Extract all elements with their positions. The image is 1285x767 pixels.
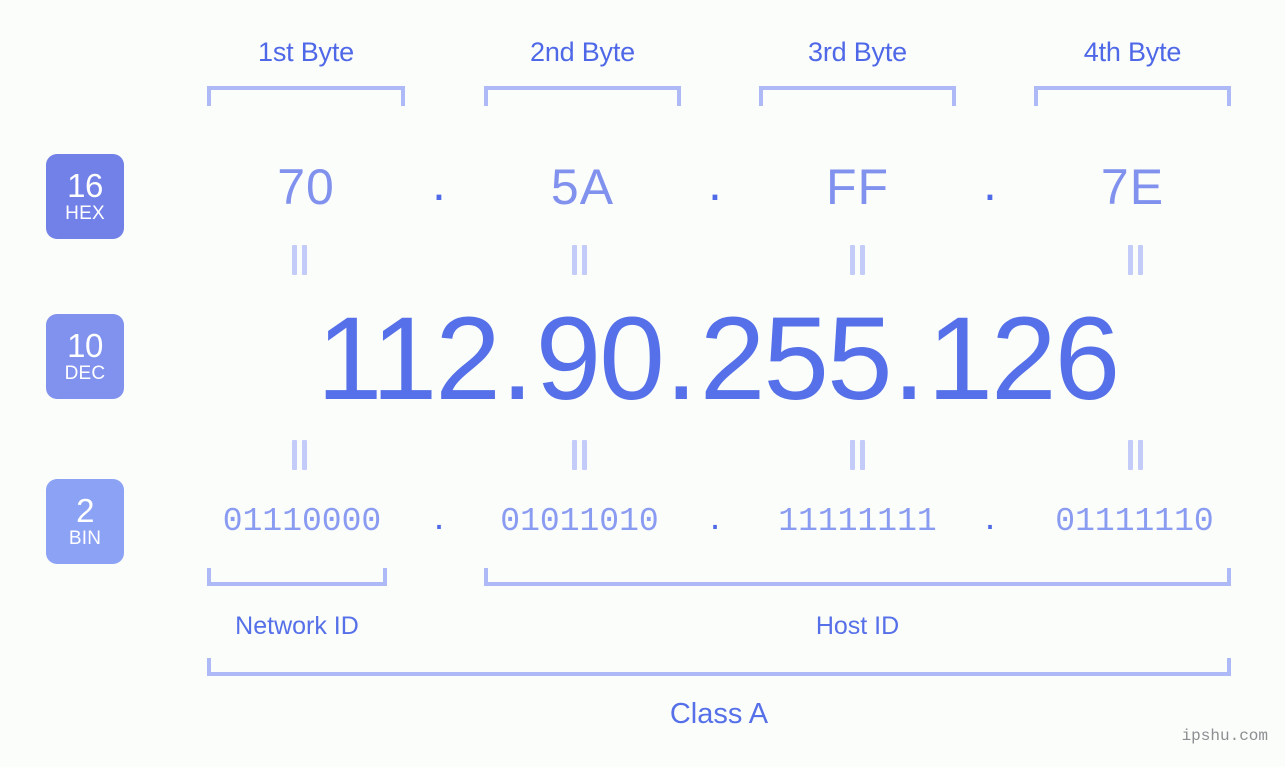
bin-byte-3: 11111111	[778, 503, 937, 540]
base-badge-hex-system: HEX	[65, 202, 105, 224]
byte-header-1: 1st Byte	[258, 37, 354, 67]
dec-separator-3: .	[892, 292, 926, 425]
hex-byte-1: 70	[277, 159, 335, 215]
base-badge-bin-number: 2	[76, 491, 94, 529]
decimal-address-row: 112 . 90 . 255 . 126	[190, 296, 1245, 421]
host-id-label: Host ID	[815, 612, 900, 640]
hex-separator-1: .	[432, 155, 446, 211]
hex-byte-4: 7E	[1100, 159, 1165, 215]
equals-icon-dec-bin-4	[1125, 440, 1147, 470]
base-badge-dec: 10 DEC	[46, 314, 124, 399]
byte-header-4: 4th Byte	[1083, 37, 1182, 67]
byte-bracket-2	[484, 86, 681, 106]
hex-byte-2: 5A	[550, 159, 615, 215]
hex-separator-2: .	[708, 155, 722, 211]
equals-icon-hex-dec-1	[289, 245, 311, 275]
equals-icon-dec-bin-2	[569, 440, 591, 470]
bin-byte-1: 01110000	[222, 503, 382, 540]
byte-header-2: 2nd Byte	[530, 37, 635, 67]
hex-byte-3: FF	[825, 159, 890, 215]
network-id-bracket	[207, 568, 387, 586]
network-id-label: Network ID	[235, 612, 359, 640]
class-bracket	[207, 658, 1231, 676]
ip-address-diagram: 1st Byte 2nd Byte 3rd Byte 4th Byte 16 H…	[0, 0, 1285, 767]
equals-icon-dec-bin-3	[847, 440, 869, 470]
base-badge-hex-number: 16	[67, 166, 103, 204]
hex-separator-3: .	[983, 155, 997, 211]
site-watermark: ipshu.com	[1181, 727, 1268, 745]
base-badge-bin-system: BIN	[68, 527, 102, 549]
host-id-bracket	[484, 568, 1231, 586]
bin-byte-4: 01111110	[1055, 503, 1214, 540]
base-badge-hex: 16 HEX	[46, 154, 124, 239]
equals-icon-hex-dec-2	[569, 245, 591, 275]
base-badge-bin: 2 BIN	[46, 479, 124, 564]
byte-bracket-1	[207, 86, 405, 106]
dec-separator-2: .	[664, 292, 698, 425]
bin-separator-3: .	[984, 496, 996, 538]
byte-header-3: 3rd Byte	[808, 37, 907, 67]
base-badge-dec-system: DEC	[64, 362, 106, 384]
bin-separator-1: .	[433, 496, 445, 538]
equals-icon-hex-dec-3	[847, 245, 869, 275]
equals-icon-hex-dec-4	[1125, 245, 1147, 275]
dec-byte-3: 255	[699, 292, 893, 425]
byte-bracket-3	[759, 86, 956, 106]
bin-separator-2: .	[709, 496, 721, 538]
bin-byte-2: 01011010	[500, 503, 659, 540]
dec-separator-1: .	[500, 292, 534, 425]
dec-byte-1: 112	[316, 292, 501, 425]
dec-byte-2: 90	[535, 292, 665, 425]
dec-byte-4: 126	[927, 292, 1120, 425]
equals-icon-dec-bin-1	[289, 440, 311, 470]
base-badge-dec-number: 10	[67, 326, 103, 364]
byte-bracket-4	[1034, 86, 1231, 106]
class-label: Class A	[669, 698, 769, 730]
